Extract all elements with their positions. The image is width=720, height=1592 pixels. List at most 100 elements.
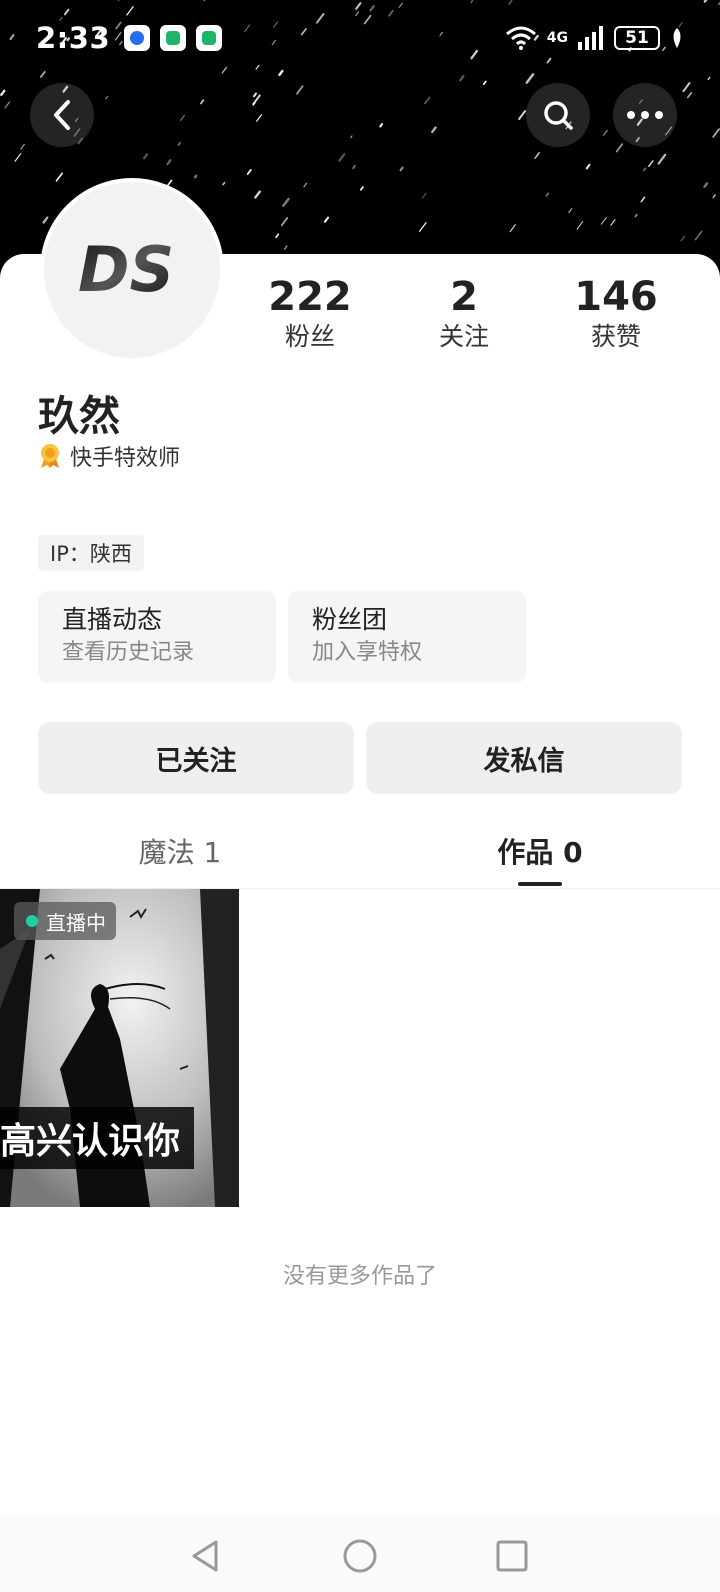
cover-snow-particle (252, 92, 257, 98)
back-button[interactable] (30, 83, 94, 147)
fan-club-card[interactable]: 粉丝团 加入享特权 (288, 591, 526, 683)
cover-snow-particle (545, 192, 550, 197)
work-thumbnail[interactable]: 直播中 高兴认识你 (0, 889, 239, 1207)
stat-likes-label: 获赞 (590, 322, 641, 351)
stat-fans-value: 222 (268, 274, 352, 320)
cover-snow-particle (534, 151, 540, 159)
cover-snow-particle (657, 153, 667, 165)
live-history-title: 直播动态 (62, 605, 163, 634)
app-notification-icon (124, 25, 151, 51)
cover-snow-particle (600, 217, 607, 225)
creator-badge[interactable]: 快手特效师 (38, 440, 180, 472)
status-app-icons (124, 25, 223, 51)
back-icon (54, 100, 70, 130)
more-icon (627, 111, 663, 119)
cover-snow-particle (275, 233, 280, 239)
wifi-icon (505, 26, 536, 50)
stat-likes-value: 146 (574, 274, 658, 320)
cover-snow-particle (509, 224, 516, 233)
avatar[interactable]: DS (40, 178, 224, 362)
fan-club-subtitle: 加入享特权 (312, 640, 423, 665)
message-button[interactable]: 发私信 (366, 722, 682, 794)
creator-badge-label: 快手特效师 (70, 446, 181, 471)
cover-snow-particle (14, 152, 22, 162)
cover-snow-particle (200, 99, 205, 105)
stat-following-label: 关注 (438, 322, 489, 351)
cover-snow-particle (680, 235, 686, 242)
cover-snow-particle (642, 167, 647, 172)
cover-snow-particle (712, 194, 716, 199)
more-button[interactable] (613, 83, 677, 147)
search-icon (544, 101, 573, 130)
search-button[interactable] (526, 83, 590, 147)
app-notification-icon (160, 25, 187, 51)
leaf-icon (673, 28, 681, 48)
battery-level: 51 (625, 28, 649, 48)
stat-following[interactable]: 2 关注 (394, 274, 534, 354)
stat-likes[interactable]: 146 获赞 (546, 274, 686, 354)
no-more-works-text: 没有更多作品了 (282, 1264, 437, 1289)
cover-snow-particle (338, 153, 346, 162)
system-nav-bar (0, 1516, 720, 1592)
cover-snow-particle (166, 159, 172, 166)
cover-snow-particle (193, 174, 198, 179)
cover-snow-particle (142, 153, 149, 160)
cover-snow-particle (615, 143, 624, 153)
network-type: 4G (546, 30, 568, 46)
cover-snow-particle (282, 197, 290, 207)
status-right: 4G 51 (505, 26, 684, 50)
cover-snow-particle (585, 163, 591, 170)
nav-recents-icon[interactable] (490, 1534, 534, 1578)
svg-text:DS: DS (78, 235, 174, 305)
cover-snow-particle (648, 160, 654, 167)
stat-following-value: 2 (450, 274, 478, 320)
cover-snow-particle (459, 75, 465, 82)
nav-back-icon[interactable] (184, 1534, 228, 1578)
cover-snow-particle (712, 128, 720, 138)
cover-snow-particle (399, 166, 404, 172)
cover-snow-particle (0, 89, 6, 96)
cover-snow-particle (610, 219, 616, 226)
cover-snow-particle (323, 216, 330, 223)
cover-snow-particle (431, 126, 437, 134)
cover-snow-particle (303, 182, 308, 188)
cover-snow-particle (222, 181, 226, 186)
cover-snow-particle (418, 222, 427, 232)
tab-works[interactable]: 作品 0 (440, 828, 640, 874)
cover-snow-particle (518, 110, 527, 121)
nav-home-icon[interactable] (338, 1534, 382, 1578)
cover-snow-particle (350, 135, 353, 139)
cover-snow-particle (42, 216, 49, 224)
cover-snow-particle (703, 182, 709, 188)
app-notification-icon (196, 25, 223, 51)
cover-snow-particle (177, 141, 182, 146)
live-badge-label: 直播中 (46, 910, 106, 935)
cover-snow-particle (246, 168, 252, 175)
cover-snow-particle (694, 230, 703, 241)
tab-active-indicator (518, 882, 562, 886)
live-history-card[interactable]: 直播动态 查看历史记录 (38, 591, 276, 683)
cover-snow-particle (576, 221, 584, 230)
cover-snow-particle (360, 186, 364, 191)
followed-button[interactable]: 已关注 (38, 722, 354, 794)
cover-snow-particle (280, 217, 289, 227)
stat-fans[interactable]: 222 粉丝 (240, 274, 380, 354)
cover-snow-particle (634, 213, 638, 218)
profile-name: 玖然 (38, 392, 120, 440)
cover-snow-particle (682, 82, 691, 93)
live-badge: 直播中 (14, 902, 116, 940)
cover-snow-particle (482, 80, 487, 86)
cover-snow-particle (707, 76, 711, 81)
cover-snow-particle (55, 172, 64, 182)
battery-indicator: 51 (614, 26, 660, 50)
medal-icon (41, 444, 59, 468)
tab-magic[interactable]: 魔法 1 (80, 828, 280, 874)
cover-snow-particle (602, 129, 608, 136)
cover-snow-particle (105, 95, 109, 100)
status-bar: 2:33 4G 51 (0, 0, 720, 76)
cover-snow-particle (352, 164, 356, 170)
cover-snow-particle (686, 91, 693, 99)
cover-snow-particle (568, 208, 573, 213)
cover-snow-particle (283, 245, 288, 250)
live-dot-icon (26, 915, 38, 927)
